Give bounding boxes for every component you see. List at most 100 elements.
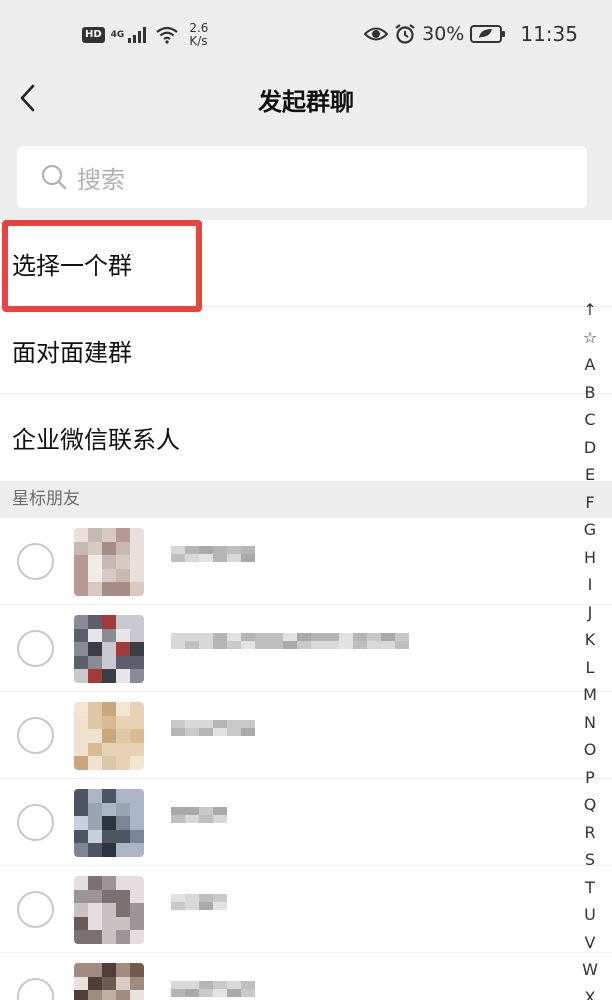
select-radio[interactable] [17, 543, 54, 580]
enterprise-wechat-contacts-item[interactable]: 企业微信联系人 [0, 394, 612, 481]
index-letter[interactable]: S [585, 846, 595, 874]
name-mosaic-cell [241, 720, 255, 728]
index-letter[interactable]: V [585, 929, 596, 957]
index-letter[interactable]: D [584, 434, 596, 462]
avatar-mosaic-cell [102, 628, 116, 643]
index-letter[interactable]: W [582, 956, 598, 984]
contact-row[interactable] [0, 692, 612, 779]
contact-row[interactable] [0, 953, 612, 1000]
select-radio[interactable] [17, 717, 54, 754]
index-letter[interactable]: B [585, 379, 596, 407]
select-radio[interactable] [17, 630, 54, 667]
avatar-mosaic-cell [116, 990, 130, 1000]
contact-row[interactable] [0, 605, 612, 692]
avatar-mosaic-cell [88, 742, 102, 757]
name-mosaic-cell [241, 989, 255, 997]
index-letter[interactable]: I [588, 571, 593, 599]
avatar-mosaic-cell [116, 930, 130, 944]
index-letter[interactable]: P [585, 764, 595, 792]
net-speed: 2.6 K/s [189, 22, 208, 48]
index-letter[interactable]: O [584, 736, 597, 764]
eye-icon [364, 27, 389, 41]
avatar-mosaic-cell [74, 930, 88, 944]
select-radio[interactable] [17, 891, 54, 928]
index-letter[interactable]: Q [584, 791, 597, 819]
index-letter[interactable]: X [585, 984, 596, 1000]
avatar-mosaic-cell [88, 528, 102, 542]
search-input[interactable]: 搜索 [17, 146, 587, 208]
contact-row[interactable] [0, 866, 612, 953]
name-mosaic-cell [241, 981, 255, 989]
name-mosaic-column [213, 546, 227, 562]
index-letter[interactable]: ☆ [583, 324, 597, 352]
index-letter[interactable]: A [585, 351, 596, 379]
index-letter[interactable]: N [584, 709, 596, 737]
clock: 11:35 [520, 22, 578, 46]
select-existing-group-item[interactable]: 选择一个群 [0, 220, 612, 312]
name-mosaic-cell [311, 641, 325, 649]
name-mosaic-cell [227, 720, 241, 728]
name-mosaic-cell [199, 894, 213, 902]
index-letter[interactable]: M [583, 681, 597, 709]
avatar-mosaic-cell [116, 976, 130, 991]
name-mosaic-column [171, 720, 185, 736]
alphabet-index-bar[interactable]: ↑ ☆ A B C D E F G H I J K L M N O P Q R … [576, 296, 604, 1000]
avatar-mosaic-cell [74, 990, 88, 1000]
name-mosaic-cell [325, 641, 339, 649]
index-letter[interactable]: R [584, 819, 595, 847]
name-mosaic-cell [353, 641, 367, 649]
name-mosaic-column [185, 807, 199, 823]
avatar-mosaic-cell [88, 756, 102, 770]
select-radio[interactable] [17, 978, 54, 1000]
avatar-mosaic-cell [102, 742, 116, 757]
name-mosaic-cell [185, 554, 199, 562]
name-mosaic-cell [185, 815, 199, 823]
avatar-mosaic-cell [88, 715, 102, 730]
signal-icon [128, 27, 147, 43]
avatar [74, 789, 144, 857]
name-mosaic-cell [213, 981, 227, 989]
name-mosaic-column [227, 981, 241, 997]
index-letter[interactable]: ↑ [583, 296, 596, 324]
name-mosaic-column [171, 981, 185, 997]
name-mosaic-column [213, 807, 227, 823]
index-letter[interactable]: G [584, 516, 596, 544]
index-letter[interactable]: E [585, 461, 595, 489]
avatar-mosaic-cell [88, 655, 102, 670]
name-mosaic-column [255, 633, 269, 649]
name-mosaic-cell [297, 641, 311, 649]
index-letter[interactable]: C [584, 406, 595, 434]
contact-row[interactable] [0, 518, 612, 605]
avatar-mosaic-cell [88, 930, 102, 944]
index-letter[interactable]: K [585, 626, 596, 654]
name-mosaic-cell [185, 894, 199, 902]
avatar-mosaic-cell [88, 789, 102, 803]
avatar-mosaic-cell [88, 816, 102, 830]
avatar-mosaic-cell [116, 889, 130, 904]
face-to-face-group-item[interactable]: 面对面建群 [0, 307, 612, 394]
name-mosaic-column [199, 546, 213, 562]
name-mosaic-cell [213, 633, 227, 641]
avatar-mosaic-cell [74, 655, 88, 670]
name-mosaic-column [311, 633, 325, 649]
avatar-mosaic-cell [88, 628, 102, 643]
blurred-name [171, 720, 255, 752]
select-radio[interactable] [17, 804, 54, 841]
avatar-mosaic-cell [74, 889, 88, 904]
avatar-mosaic-cell [102, 816, 116, 830]
name-mosaic-cell [227, 641, 241, 649]
index-letter[interactable]: L [586, 654, 595, 682]
avatar-mosaic-cell [74, 756, 88, 770]
name-mosaic-cell [213, 989, 227, 997]
avatar-mosaic-cell [116, 715, 130, 730]
contact-row[interactable] [0, 779, 612, 866]
index-letter[interactable]: J [588, 599, 593, 627]
index-letter[interactable]: H [584, 544, 596, 572]
index-letter[interactable]: T [585, 874, 595, 902]
avatar-mosaic-cell [116, 568, 130, 583]
name-mosaic-cell [241, 554, 255, 562]
index-letter[interactable]: F [585, 489, 594, 517]
index-letter[interactable]: U [584, 901, 596, 929]
network-type: 4G [110, 29, 125, 40]
name-mosaic-cell [171, 807, 185, 815]
